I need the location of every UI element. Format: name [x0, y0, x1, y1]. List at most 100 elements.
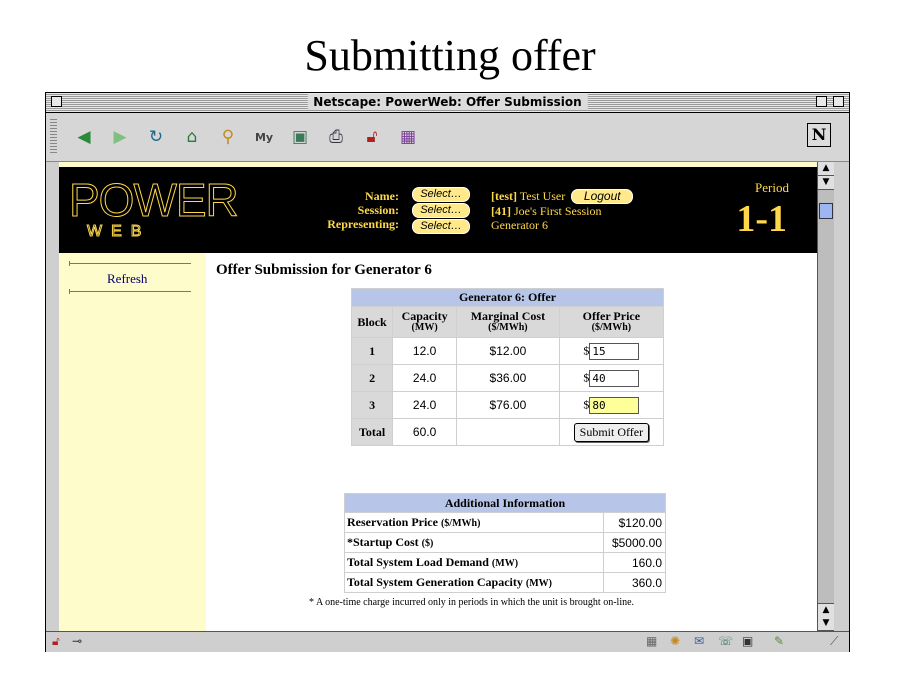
- startup-cost-footnote: * A one-time charge incurred only in per…: [309, 597, 635, 608]
- browser-window: Netscape: PowerWeb: Offer Submission ◀ ▶…: [45, 92, 850, 652]
- back-icon[interactable]: ◀: [72, 125, 96, 149]
- scroll-up-arrow-icon[interactable]: ▲: [818, 162, 834, 176]
- sidebar-divider: [69, 289, 191, 294]
- offer-page-title: Offer Submission for Generator 6: [216, 262, 432, 278]
- scroll-up-arrow-icon[interactable]: ▲: [818, 603, 834, 618]
- session-name: Joe's First Session: [511, 204, 602, 218]
- table-row: Total System Load Demand (MW) 160.0: [345, 553, 665, 572]
- grid-icon[interactable]: ▦: [646, 634, 657, 648]
- security-icon[interactable]: 🔓︎: [360, 125, 384, 149]
- scroll-thumb[interactable]: [819, 203, 833, 219]
- session-label: Session:: [357, 203, 399, 217]
- user-id: [test]: [491, 189, 517, 203]
- block-number: 1: [352, 338, 393, 364]
- offer-table: Generator 6: Offer Block Capacity (MW) Ma…: [351, 288, 664, 446]
- block-number: 2: [352, 365, 393, 391]
- capacity-value: 12.0: [393, 338, 457, 364]
- composer-icon[interactable]: ▣: [742, 634, 753, 648]
- select-name-button[interactable]: Select…: [412, 187, 470, 202]
- my-netscape-icon[interactable]: My: [252, 125, 276, 149]
- capacity-value: 24.0: [393, 392, 457, 418]
- logo-text-top: POWER: [69, 174, 240, 226]
- representing-label: Representing:: [327, 217, 399, 231]
- select-session-button[interactable]: Select…: [412, 203, 470, 218]
- main-area: Offer Submission for Generator 6 Generat…: [206, 253, 817, 631]
- netscape-logo-icon[interactable]: N: [807, 123, 831, 147]
- header-field-labels: Name: Session: Representing:: [299, 189, 399, 231]
- security-lock-icon[interactable]: 🔓︎: [52, 634, 60, 649]
- forward-icon[interactable]: ▶: [108, 125, 132, 149]
- col-header-capacity: Capacity (MW): [393, 307, 457, 337]
- submit-cell: Submit Offer: [559, 419, 663, 445]
- info-value: $120.00: [604, 513, 665, 532]
- table-row: 3 24.0 $76.00 $: [352, 392, 663, 418]
- info-label: Reservation Price ($/MWh): [345, 513, 603, 532]
- offer-price-input-3[interactable]: [589, 396, 640, 414]
- window-title: Netscape: PowerWeb: Offer Submission: [307, 94, 588, 110]
- table-row: 1 12.0 $12.00 $: [352, 338, 663, 364]
- offer-price-cell: $: [559, 365, 663, 391]
- refresh-link[interactable]: Refresh: [107, 271, 147, 287]
- col-header-offer-price: Offer Price ($/MWh): [559, 307, 663, 337]
- table-row: 2 24.0 $36.00 $: [352, 365, 663, 391]
- sun-icon[interactable]: ✺: [670, 634, 680, 648]
- offer-price-cell: $: [559, 392, 663, 418]
- print-icon[interactable]: ⎙: [324, 125, 348, 149]
- toolbar-grip-icon[interactable]: [50, 119, 57, 155]
- user-name: Test User: [516, 189, 566, 203]
- offer-price-input-2[interactable]: [589, 369, 640, 387]
- info-label: Total System Load Demand (MW): [345, 553, 603, 572]
- resize-grip-icon[interactable]: ⟋: [830, 634, 838, 649]
- total-capacity: 60.0: [393, 419, 457, 445]
- pen-icon[interactable]: ✎: [774, 634, 784, 648]
- powerweb-header: POWER WEB Name: Session: Representing: S…: [59, 167, 817, 253]
- collapse-box-icon[interactable]: [833, 96, 844, 107]
- window-right-edge: [834, 162, 849, 631]
- table-row: Total 60.0 Submit Offer: [352, 419, 663, 445]
- vertical-scrollbar[interactable]: ▲ ▼ ▲ ▼: [817, 162, 834, 631]
- info-value: $5000.00: [604, 533, 665, 552]
- marginal-cost-value: $36.00: [457, 365, 559, 391]
- info-value: 360.0: [604, 573, 665, 592]
- status-bar: 🔓︎ ⊸ ▦ ✺ ✉ ☏ ▣ ✎ ⟋: [46, 631, 849, 652]
- capacity-value: 24.0: [393, 365, 457, 391]
- offer-price-input-1[interactable]: [589, 342, 640, 360]
- total-label: Total: [352, 419, 393, 445]
- close-box-icon[interactable]: [51, 96, 62, 107]
- powerweb-logo: POWER WEB: [69, 177, 240, 243]
- offer-table-caption: Generator 6: Offer: [352, 289, 663, 306]
- col-header-block: Block: [352, 307, 393, 337]
- search-icon[interactable]: ⚲: [216, 125, 240, 149]
- scroll-down-arrow-icon[interactable]: ▼: [818, 176, 834, 190]
- additional-info-table: Additional Information Reservation Price…: [344, 493, 666, 593]
- reload-icon[interactable]: ↻: [144, 125, 168, 149]
- block-number: 3: [352, 392, 393, 418]
- select-representing-button[interactable]: Select…: [412, 219, 470, 234]
- info-label: *Startup Cost ($): [345, 533, 603, 552]
- logout-button[interactable]: Logout: [571, 189, 634, 204]
- images-icon[interactable]: ▣: [288, 125, 312, 149]
- zoom-box-icon[interactable]: [816, 96, 827, 107]
- window-titlebar[interactable]: Netscape: PowerWeb: Offer Submission: [46, 93, 849, 113]
- table-row: Total System Generation Capacity (MW) 36…: [345, 573, 665, 592]
- discussion-icon[interactable]: ☏: [718, 634, 733, 648]
- table-row: Reservation Price ($/MWh) $120.00: [345, 513, 665, 532]
- logo-text-bottom: WEB: [86, 223, 151, 241]
- shop-icon[interactable]: ▦: [396, 125, 420, 149]
- info-label: Total System Generation Capacity (MW): [345, 573, 603, 592]
- submit-offer-button[interactable]: Submit Offer: [573, 422, 650, 442]
- scroll-down-arrow-icon[interactable]: ▼: [818, 617, 834, 631]
- home-icon[interactable]: ⌂: [180, 125, 204, 149]
- mail-icon[interactable]: ✉: [694, 634, 704, 648]
- session-id: [41]: [491, 204, 511, 218]
- additional-info-caption: Additional Information: [345, 494, 665, 512]
- slide-title: Submitting offer: [304, 31, 596, 80]
- header-values: [test] Test User Logout [41] Joe's First …: [491, 189, 634, 232]
- page-content: POWER WEB Name: Session: Representing: S…: [59, 162, 817, 631]
- period-value: 1-1: [736, 198, 787, 240]
- col-header-marginal-cost: Marginal Cost ($/MWh): [457, 307, 559, 337]
- navigation-toolbar: ◀ ▶ ↻ ⌂ ⚲ My ▣ ⎙ 🔓︎ ▦ N: [46, 113, 849, 162]
- header-select-buttons: Select… Select… Select…: [412, 187, 482, 235]
- name-label: Name:: [365, 189, 399, 203]
- sidebar-divider: [69, 261, 191, 266]
